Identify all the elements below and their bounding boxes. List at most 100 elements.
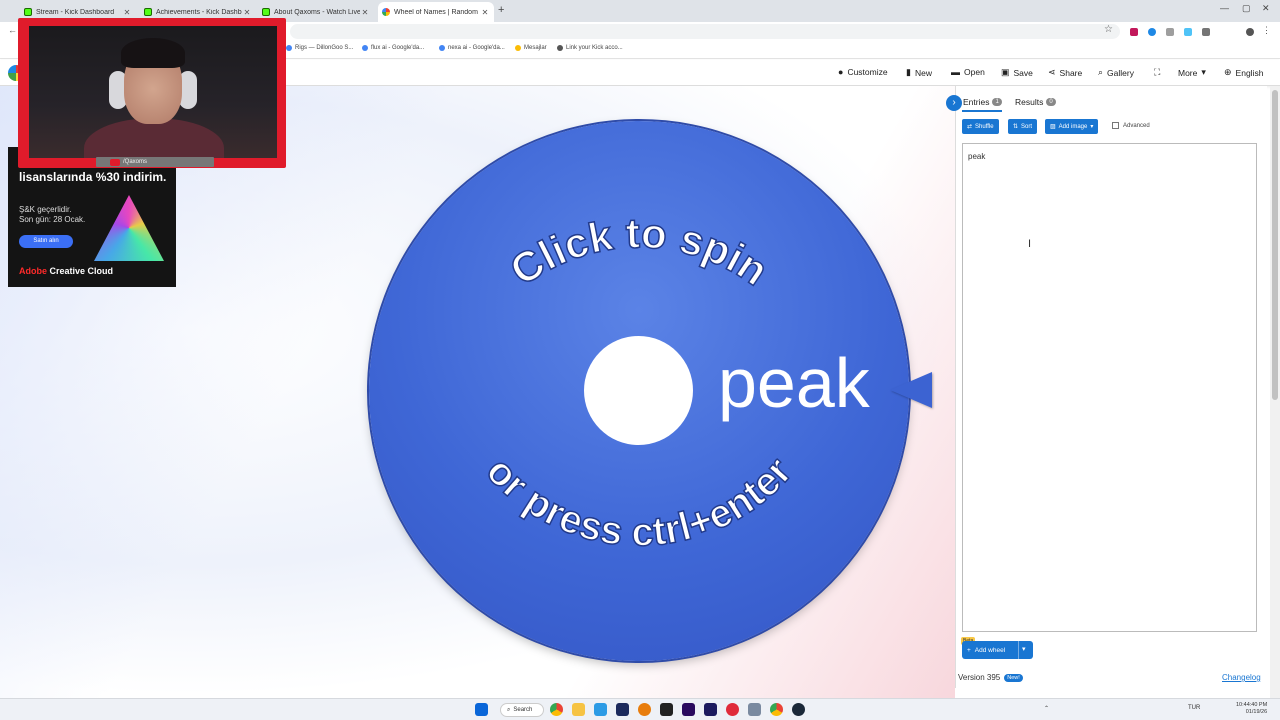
- scrollbar-thumb[interactable]: [1272, 90, 1278, 400]
- collapse-panel-button[interactable]: ›: [946, 95, 962, 111]
- after-effects-icon[interactable]: [704, 703, 717, 716]
- gallery-button[interactable]: ⌕ Gallery: [1098, 67, 1134, 78]
- webcam-handle: /Qaxoms: [96, 157, 214, 167]
- steam-icon[interactable]: [792, 703, 805, 716]
- bookmark-label: Rigs — DillonGoo S...: [295, 45, 354, 51]
- chevron-down-icon: ▾: [1090, 124, 1094, 130]
- save-button[interactable]: ▣ Save: [1001, 67, 1033, 78]
- premiere-icon[interactable]: [682, 703, 695, 716]
- system-clock[interactable]: 10:44:40 PM 01/19/26: [1236, 702, 1267, 716]
- customize-button[interactable]: ● Customize: [838, 67, 888, 77]
- sort-button[interactable]: ⇅ Sort: [1008, 119, 1038, 134]
- unreal-icon[interactable]: [660, 703, 673, 716]
- tray-chevron-icon[interactable]: ⌃: [1044, 705, 1049, 712]
- taskbar-search[interactable]: ⌕ Search: [500, 703, 544, 717]
- clock-time: 10:44:40 PM: [1236, 702, 1268, 708]
- results-count-badge: 0: [1046, 98, 1056, 106]
- recording-icon[interactable]: [726, 703, 739, 716]
- add-wheel-button[interactable]: + Add wheel ▾: [962, 641, 1033, 659]
- settings-icon[interactable]: [748, 703, 761, 716]
- open-button[interactable]: ▬ Open: [951, 67, 985, 77]
- fullscreen-icon: ⛶: [1154, 67, 1161, 77]
- extension-icon[interactable]: [1130, 28, 1138, 36]
- shuffle-icon: ⇄: [967, 124, 973, 130]
- share-icon: ⋖: [1048, 67, 1056, 77]
- close-window-icon[interactable]: ✕: [1262, 3, 1270, 14]
- bookmark-favicon-icon: [557, 45, 563, 51]
- entries-textarea[interactable]: peak: [962, 143, 1257, 632]
- image-icon: ▨: [1050, 124, 1056, 130]
- extension-icon[interactable]: [1184, 28, 1192, 36]
- bookmark-label: nexa ai - Google'da...: [448, 45, 505, 51]
- extension-icon[interactable]: [1166, 28, 1174, 36]
- new-tab-button[interactable]: +: [498, 4, 504, 16]
- language-menu[interactable]: ⊕ English: [1224, 67, 1263, 78]
- url-field[interactable]: [290, 24, 1120, 39]
- bookmark-item[interactable]: nexa ai - Google'da...: [439, 45, 505, 51]
- close-icon[interactable]: ✕: [480, 8, 490, 17]
- file-icon: ▮: [906, 67, 911, 77]
- ad-artwork: [94, 195, 164, 261]
- ad-buy-button[interactable]: Satın alın: [19, 235, 73, 248]
- advanced-label: Advanced: [1123, 122, 1150, 129]
- google-icon: [382, 8, 390, 16]
- bookmark-item[interactable]: flux ai - Google'da...: [362, 45, 424, 51]
- bookmark-star-icon[interactable]: ☆: [1104, 24, 1113, 35]
- fullscreen-button[interactable]: ⛶: [1154, 67, 1160, 78]
- entry-line: peak: [968, 152, 986, 161]
- browser-tab-active[interactable]: Wheel of Names | Random nam ✕: [378, 2, 494, 22]
- ctrl-enter-label: or press ctrl+enter: [477, 448, 801, 555]
- chevron-down-icon[interactable]: ▾: [1022, 645, 1026, 653]
- minimize-icon[interactable]: —: [1220, 3, 1229, 13]
- bookmark-label: flux ai - Google'da...: [371, 45, 425, 51]
- ad-brand-adobe: Adobe: [19, 266, 47, 276]
- close-icon[interactable]: ✕: [242, 8, 252, 17]
- chrome-active-icon[interactable]: [770, 703, 783, 716]
- avatar[interactable]: [1246, 28, 1254, 36]
- ad-brand-product: Creative Cloud: [47, 266, 114, 276]
- tab-label: Wheel of Names | Random nam: [394, 8, 480, 16]
- shuffle-button[interactable]: ⇄ Shuffle: [962, 119, 999, 134]
- bookmark-item[interactable]: Mesajlar: [515, 45, 547, 51]
- blender-icon[interactable]: [638, 703, 651, 716]
- add-image-label: Add image: [1058, 123, 1088, 130]
- chevron-right-icon: ›: [952, 97, 956, 108]
- changelog-link[interactable]: Changelog: [1222, 673, 1261, 682]
- save-label: Save: [1013, 67, 1033, 78]
- close-icon[interactable]: ✕: [122, 8, 132, 17]
- bookmark-item[interactable]: Rigs — DillonGoo S...: [286, 45, 353, 51]
- adobe-advertisement[interactable]: lisanslarında %30 indirim. Ş&K geçerlidi…: [8, 147, 176, 287]
- ad-note-line: Ş&K geçerlidir.: [19, 205, 72, 214]
- advanced-checkbox[interactable]: [1112, 122, 1119, 129]
- new-badge[interactable]: New!: [1004, 673, 1023, 682]
- bookmark-favicon-icon: [286, 45, 292, 51]
- tab-entries[interactable]: Entries 1: [963, 97, 1002, 107]
- photoshop-icon[interactable]: [616, 703, 629, 716]
- back-icon[interactable]: ←: [8, 25, 17, 35]
- share-button[interactable]: ⋖ Share: [1048, 67, 1082, 78]
- ad-note-line: Son gün: 28 Ocak.: [19, 215, 86, 224]
- windows-start-icon[interactable]: [475, 703, 488, 716]
- puzzle-icon[interactable]: [1202, 28, 1210, 36]
- add-image-button[interactable]: ▨ Add image ▾: [1045, 119, 1099, 134]
- palette-icon: ●: [838, 67, 844, 77]
- kick-icon: [144, 8, 152, 16]
- wheel-hub: [584, 336, 693, 445]
- bookmark-item[interactable]: Link your Kick acco...: [557, 45, 623, 51]
- more-menu[interactable]: More ▾: [1178, 67, 1206, 78]
- kebab-menu-icon[interactable]: ⋮: [1262, 25, 1271, 36]
- chrome-icon[interactable]: [550, 703, 563, 716]
- app-icon[interactable]: [594, 703, 607, 716]
- new-button[interactable]: ▮ New: [906, 67, 932, 78]
- wheel-pointer-icon: [890, 372, 932, 408]
- extension-icon[interactable]: [1148, 28, 1156, 36]
- ad-brand: Adobe Creative Cloud: [19, 266, 113, 276]
- tab-results[interactable]: Results 0: [1015, 97, 1056, 107]
- input-language[interactable]: TUR: [1188, 705, 1200, 711]
- file-explorer-icon[interactable]: [572, 703, 585, 716]
- maximize-icon[interactable]: ▢: [1242, 3, 1251, 14]
- click-to-spin-label: Click to spin: [501, 209, 777, 296]
- advanced-toggle[interactable]: Advanced: [1112, 122, 1150, 129]
- active-tab-indicator: [962, 110, 1002, 112]
- close-icon[interactable]: ✕: [360, 8, 370, 17]
